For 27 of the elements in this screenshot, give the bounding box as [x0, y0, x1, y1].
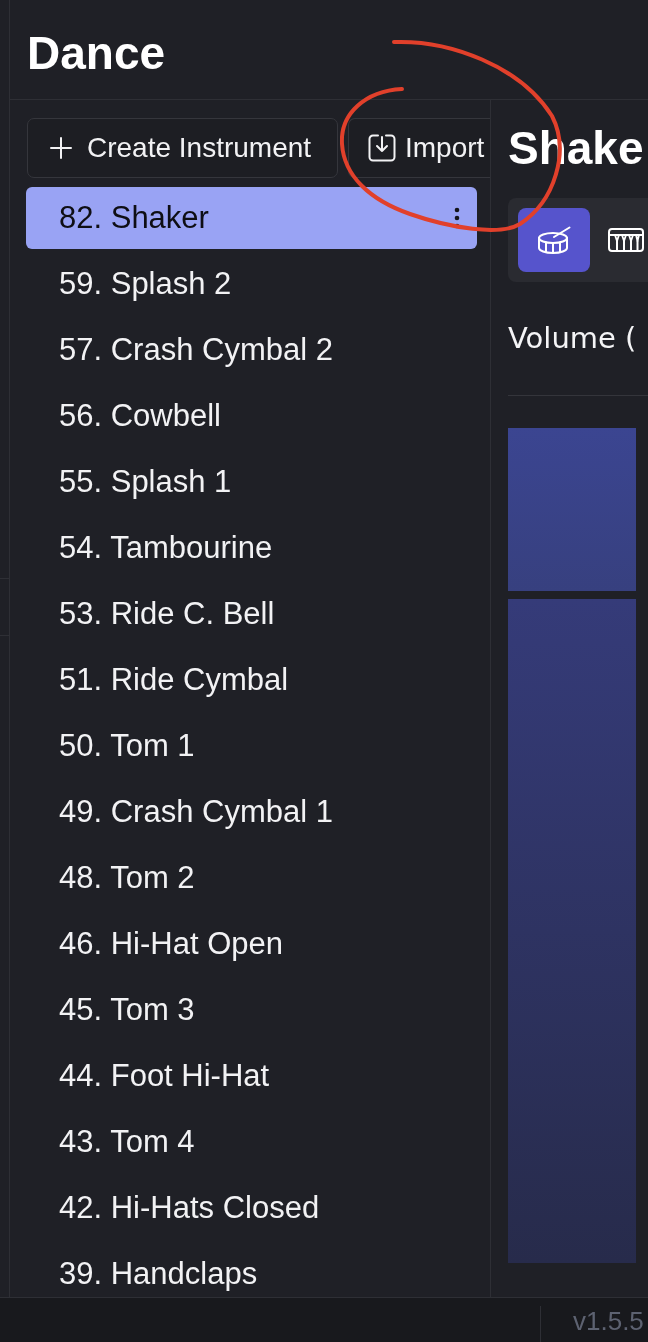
- drum-icon: [537, 225, 571, 255]
- instrument-item[interactable]: 55. Splash 1: [26, 451, 477, 513]
- import-button[interactable]: Import: [348, 118, 490, 178]
- instrument-item[interactable]: 46. Hi-Hat Open: [26, 913, 477, 975]
- instrument-item[interactable]: 45. Tom 3: [26, 979, 477, 1041]
- instrument-item[interactable]: 44. Foot Hi-Hat: [26, 1045, 477, 1107]
- instrument-item[interactable]: 43. Tom 4: [26, 1111, 477, 1173]
- instrument-item[interactable]: 50. Tom 1: [26, 715, 477, 777]
- create-instrument-button[interactable]: Create Instrument: [27, 118, 338, 178]
- download-icon: [368, 134, 396, 162]
- instrument-item[interactable]: 39. Handclaps: [26, 1243, 477, 1297]
- instrument-item[interactable]: 54. Tambourine: [26, 517, 477, 579]
- volume-label: Volume (: [508, 320, 638, 357]
- instrument-item[interactable]: 42. Hi-Hats Closed: [26, 1177, 477, 1239]
- instrument-item[interactable]: 56. Cowbell: [26, 385, 477, 447]
- instrument-item[interactable]: 82. Shaker: [26, 187, 477, 249]
- instrument-item[interactable]: 48. Tom 2: [26, 847, 477, 909]
- instrument-item[interactable]: 49. Crash Cymbal 1: [26, 781, 477, 843]
- plus-icon: [50, 137, 72, 159]
- instrument-item[interactable]: 53. Ride C. Bell: [26, 583, 477, 645]
- instrument-item[interactable]: 57. Crash Cymbal 2: [26, 319, 477, 381]
- project-title: Dance: [27, 25, 166, 81]
- instrument-item[interactable]: 51. Ride Cymbal: [26, 649, 477, 711]
- instrument-item[interactable]: 59. Splash 2: [26, 253, 477, 315]
- version-label: v1.5.5: [573, 1305, 644, 1337]
- piano-keys-icon: [608, 228, 644, 252]
- instrument-type-tab[interactable]: [518, 208, 590, 272]
